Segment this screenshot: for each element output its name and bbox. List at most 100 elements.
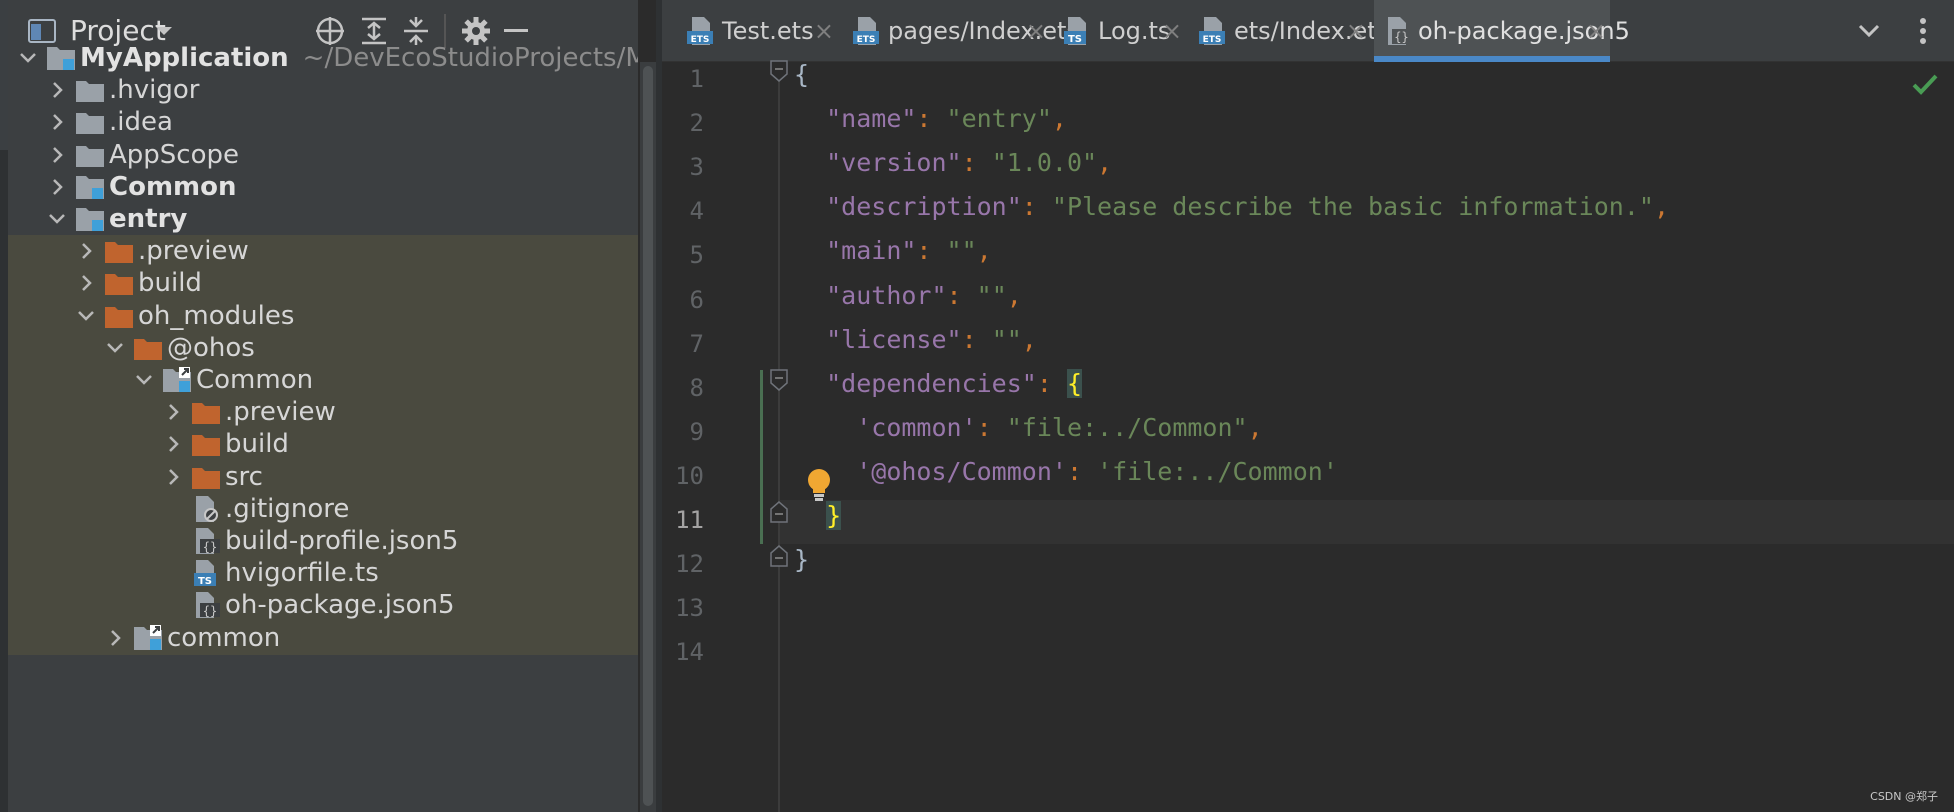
- line-number: 1: [689, 65, 704, 93]
- ets-file-icon: ETS: [686, 16, 716, 46]
- chevron-right-icon[interactable]: [163, 402, 183, 422]
- fold-collapse-icon[interactable]: [770, 368, 788, 391]
- tree-item[interactable]: .hvigor: [8, 74, 638, 107]
- line-number: 4: [689, 197, 704, 226]
- tree-item[interactable]: Common: [8, 171, 638, 204]
- close-icon[interactable]: ×: [1162, 17, 1182, 45]
- chevron-right-icon[interactable]: [47, 177, 67, 197]
- tree-item[interactable]: src: [8, 460, 638, 494]
- tree-item[interactable]: {} oh-package.json5: [8, 589, 638, 623]
- close-icon[interactable]: ×: [814, 17, 834, 45]
- editor-tab[interactable]: TS Log.ts ×: [1054, 0, 1186, 62]
- chevron-down-icon[interactable]: [1852, 14, 1886, 48]
- line-number: 7: [689, 329, 704, 358]
- excluded-folder-icon: [104, 302, 134, 330]
- tree-item[interactable]: entry: [8, 203, 638, 236]
- tree-item-label: @ohos: [167, 332, 255, 363]
- chevron-down-icon[interactable]: [76, 306, 96, 326]
- fold-end-icon[interactable]: [770, 501, 788, 523]
- tree-item[interactable]: oh_modules: [8, 299, 638, 333]
- tree-item[interactable]: @ohos: [8, 331, 638, 365]
- chevron-right-icon[interactable]: [47, 80, 67, 100]
- tree-item-label: .idea: [109, 107, 173, 138]
- code-token: {: [1066, 368, 1082, 398]
- code-token: :: [961, 148, 992, 178]
- code-token: :: [1036, 368, 1067, 398]
- tree-item[interactable]: build: [8, 267, 638, 301]
- code-line: }: [796, 501, 842, 531]
- code-token: :: [916, 236, 947, 266]
- chevron-right-icon[interactable]: [105, 628, 125, 648]
- code-line: "description": "Please describe the basi…: [796, 192, 1669, 222]
- module-folder-icon: [46, 44, 76, 72]
- editor-tab-label: pages/Index.ets: [888, 17, 1079, 45]
- chevron-right-icon[interactable]: [47, 112, 67, 132]
- code-token: "": [976, 280, 1007, 310]
- code-token: '@ohos/Common': [856, 456, 1067, 486]
- tree-item[interactable]: AppScope: [8, 139, 638, 172]
- editor-tab[interactable]: ETS ets/Index.ets ×: [1190, 0, 1389, 62]
- close-icon[interactable]: ×: [1586, 17, 1606, 45]
- project-scrollbar[interactable]: [643, 66, 653, 806]
- tree-item[interactable]: {} build-profile.json5: [8, 525, 638, 558]
- tree-item[interactable]: .preview: [8, 396, 638, 430]
- module-folder-icon: [75, 205, 105, 233]
- code-token: {: [794, 60, 810, 89]
- chevron-right-icon[interactable]: [76, 273, 96, 293]
- editor-tab[interactable]: ETS pages/Index.ets ×: [844, 0, 1079, 62]
- tree-item-label: .preview: [138, 236, 249, 267]
- tree-item-label: hvigorfile.ts: [225, 558, 379, 589]
- chevron-right-icon[interactable]: [47, 145, 67, 165]
- code-token: "version": [826, 148, 962, 178]
- code-line: 'common': "file:../Common",: [796, 412, 1262, 443]
- svg-text:ETS: ETS: [857, 35, 876, 45]
- chevron-down-icon[interactable]: [47, 209, 67, 229]
- folder-icon: [75, 141, 105, 169]
- tree-item[interactable]: .idea: [8, 106, 638, 139]
- json5-file-icon: {}: [191, 527, 221, 555]
- svg-text:{}: {}: [1394, 30, 1408, 44]
- fold-end-icon[interactable]: [770, 545, 788, 567]
- editor-tab[interactable]: ETS Test.ets ×: [678, 0, 838, 62]
- ets-file-icon: ETS: [852, 16, 882, 46]
- editor-tab[interactable]: {} oh-package.json5 ×: [1374, 0, 1630, 62]
- chevron-down-icon[interactable]: [18, 48, 38, 68]
- line-number: 6: [689, 285, 704, 314]
- more-options-icon[interactable]: [1906, 14, 1940, 48]
- line-number: 10: [675, 461, 704, 490]
- checkmark-icon[interactable]: [1912, 72, 1938, 96]
- tree-item[interactable]: common: [8, 621, 638, 655]
- tree-item-label: MyApplication ~/DevEcoStudioProjects/M: [80, 41, 638, 75]
- code-line: "author": "",: [796, 281, 1022, 311]
- vcs-change-marker[interactable]: [760, 370, 763, 544]
- tree-item[interactable]: Common: [8, 364, 638, 397]
- tree-item-label: build-profile.json5: [225, 526, 459, 556]
- code-line: "name": "entry",: [796, 104, 1067, 134]
- tree-item[interactable]: MyApplication ~/DevEcoStudioProjects/M: [8, 42, 638, 75]
- tree-item[interactable]: .gitignore: [8, 492, 638, 526]
- tree-item[interactable]: build: [8, 428, 638, 462]
- chevron-right-icon[interactable]: [163, 434, 183, 454]
- code-token: :: [976, 412, 1007, 442]
- tree-item-label: common: [167, 622, 281, 653]
- tree-item[interactable]: .preview: [8, 235, 638, 269]
- chevron-right-icon[interactable]: [76, 241, 96, 261]
- close-icon[interactable]: ×: [1026, 17, 1046, 45]
- tree-item-label: .gitignore: [225, 493, 350, 524]
- chevron-down-icon[interactable]: [105, 338, 125, 358]
- code-token: "": [946, 236, 977, 266]
- chevron-right-icon[interactable]: [163, 467, 183, 487]
- tree-item[interactable]: TS hvigorfile.ts: [8, 557, 638, 591]
- svg-text:{}: {}: [203, 540, 217, 554]
- code-area[interactable]: { "name": "entry", "version": "1.0.0", "…: [662, 60, 1954, 812]
- lightbulb-icon[interactable]: [806, 468, 832, 502]
- close-icon[interactable]: ×: [1346, 17, 1366, 45]
- code-token: ,: [1653, 192, 1670, 222]
- folder-icon: [75, 108, 105, 136]
- chevron-down-icon[interactable]: [134, 370, 154, 390]
- editor-tab-bar: ETS Test.ets × ETS pages/Index.ets × TS Log.ts ×…: [662, 0, 1954, 62]
- fold-collapse-icon[interactable]: [770, 60, 788, 82]
- code-token: "": [991, 324, 1022, 354]
- excluded-folder-icon: [191, 430, 221, 458]
